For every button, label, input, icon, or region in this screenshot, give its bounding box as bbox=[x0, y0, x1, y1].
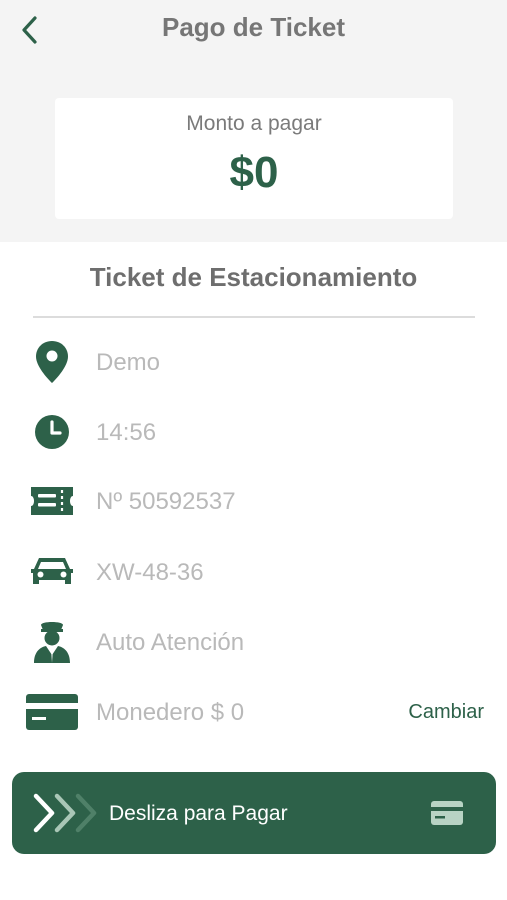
info-row-location: Demo bbox=[0, 332, 507, 392]
time-text: 14:56 bbox=[96, 419, 157, 446]
info-row-plate: XW-48-36 bbox=[0, 542, 507, 602]
amount-value: $0 bbox=[229, 148, 279, 197]
divider bbox=[33, 316, 475, 318]
info-row-payment-method: Monedero $ 0 Cambiar bbox=[0, 682, 507, 742]
slide-to-pay-label: Desliza para Pagar bbox=[109, 802, 288, 825]
info-row-time: 14:56 bbox=[0, 402, 507, 462]
credit-card-icon bbox=[26, 694, 78, 730]
payment-method-text: Monedero $ 0 bbox=[96, 699, 245, 726]
page-title: Pago de Ticket bbox=[161, 12, 346, 42]
location-text: Demo bbox=[96, 349, 161, 376]
change-payment-link[interactable]: Cambiar bbox=[408, 701, 484, 724]
plate-text: XW-48-36 bbox=[96, 559, 204, 586]
ticket-icon bbox=[31, 487, 73, 515]
section-title: Ticket de Estacionamiento bbox=[89, 262, 418, 292]
attendant-text: Auto Atención bbox=[96, 629, 245, 656]
ticket-number-text: Nº 50592537 bbox=[96, 488, 236, 515]
amount-card: Monto a pagar $0 bbox=[55, 98, 453, 219]
slide-to-pay[interactable]: Desliza para Pagar bbox=[12, 772, 496, 854]
car-icon bbox=[31, 558, 73, 584]
info-row-ticket-number: Nº 50592537 bbox=[0, 471, 507, 531]
attendant-icon bbox=[34, 622, 70, 663]
header-area: Pago de Ticket Monto a pagar $0 bbox=[0, 0, 507, 242]
amount-label: Monto a pagar bbox=[186, 112, 322, 135]
info-row-attendant: Auto Atención bbox=[0, 612, 507, 672]
credit-card-icon bbox=[431, 801, 463, 825]
clock-icon bbox=[35, 415, 69, 449]
location-pin-icon bbox=[36, 341, 68, 383]
